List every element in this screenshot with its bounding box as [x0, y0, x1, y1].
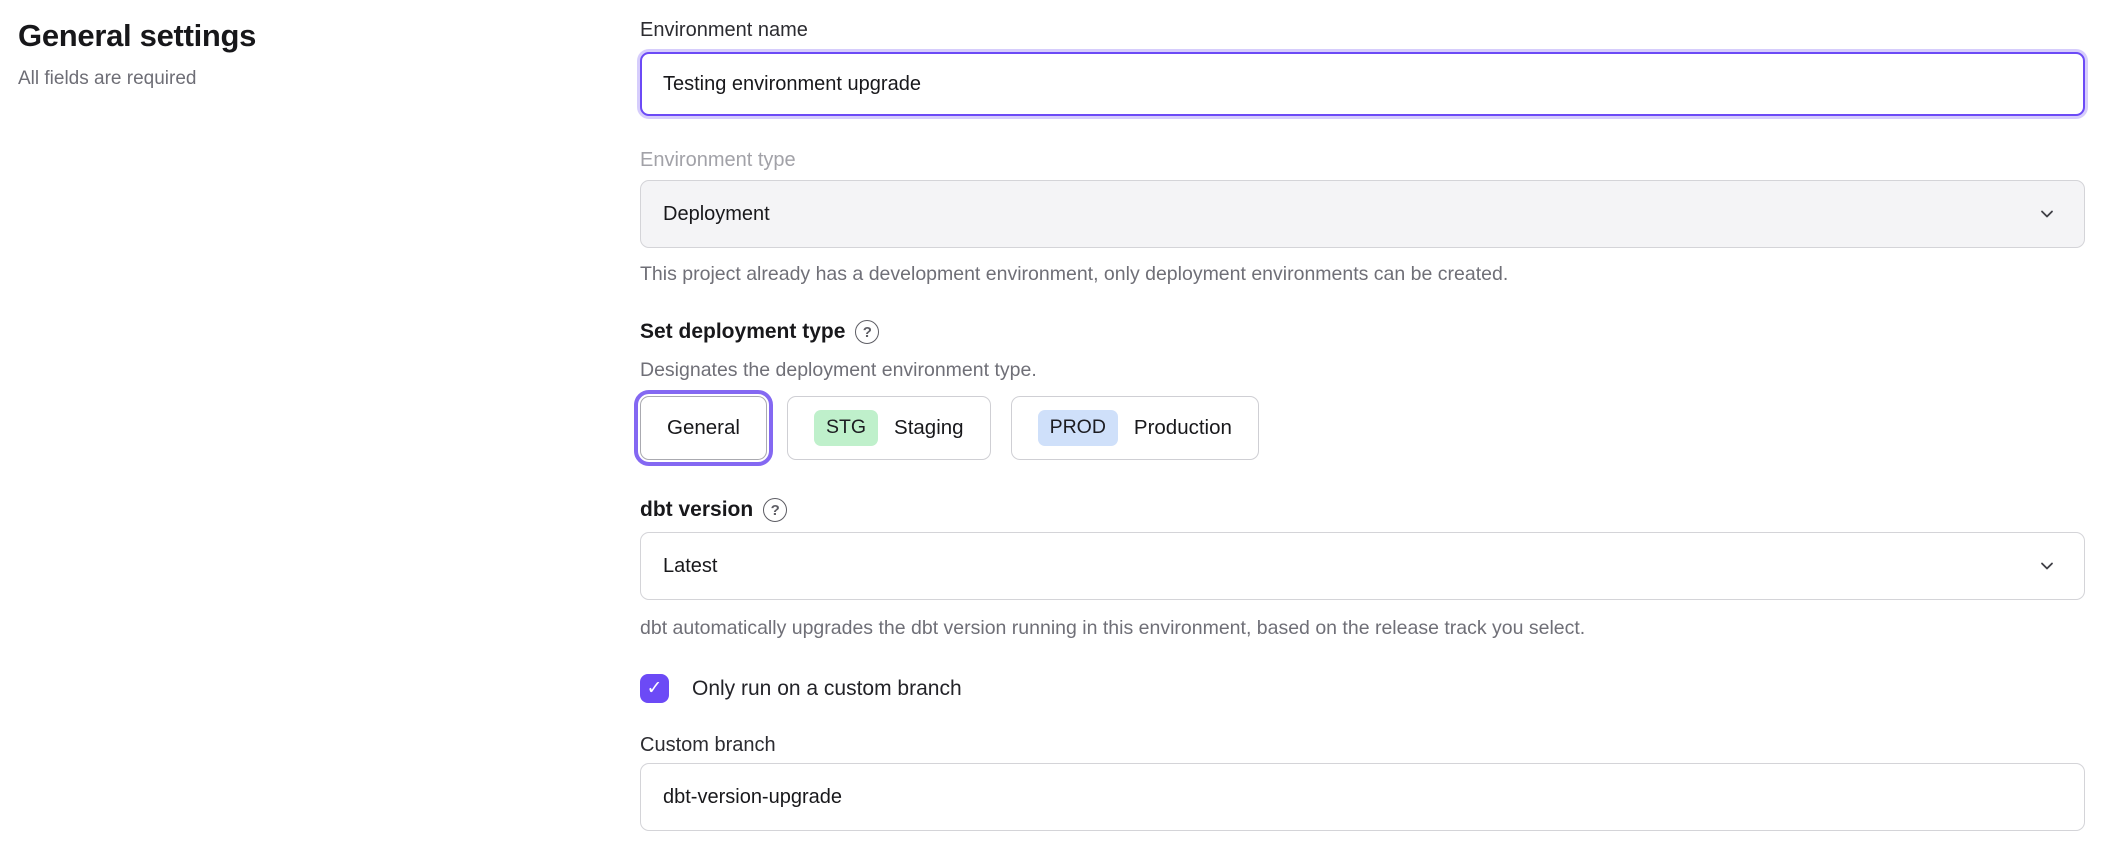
deployment-type-general-button[interactable]: General — [640, 396, 767, 460]
general-settings-page: General settings All fields are required… — [0, 0, 2116, 831]
deployment-type-label-text: Set deployment type — [640, 318, 845, 346]
page-subtitle: All fields are required — [18, 68, 640, 90]
environment-type-select: Deployment — [640, 180, 2085, 248]
help-icon[interactable]: ? — [763, 498, 787, 522]
staging-button-label: Staging — [894, 416, 964, 440]
dbt-version-label: dbt version ? — [640, 496, 2085, 524]
settings-intro: General settings All fields are required — [18, 10, 640, 831]
environment-type-value: Deployment — [663, 203, 770, 226]
staging-badge: STG — [814, 410, 878, 445]
chevron-down-icon — [2036, 555, 2058, 577]
environment-name-input[interactable] — [640, 52, 2085, 116]
help-icon[interactable]: ? — [855, 320, 879, 344]
custom-branch-input[interactable] — [640, 763, 2085, 831]
general-button-label: General — [667, 416, 740, 440]
dbt-version-helper: dbt automatically upgrades the dbt versi… — [640, 614, 2085, 642]
deployment-type-options: General STG Staging PROD Production — [640, 396, 2085, 460]
custom-branch-checkbox-label: Only run on a custom branch — [692, 677, 962, 701]
deployment-type-production-button[interactable]: PROD Production — [1011, 396, 1259, 460]
page-title: General settings — [18, 16, 640, 56]
production-button-label: Production — [1134, 416, 1232, 440]
dbt-version-select[interactable]: Latest — [640, 532, 2085, 600]
production-badge: PROD — [1038, 410, 1118, 445]
chevron-down-icon — [2036, 203, 2058, 225]
deployment-type-staging-button[interactable]: STG Staging — [787, 396, 991, 460]
environment-settings-form: Environment name Environment type Deploy… — [640, 10, 2085, 831]
dbt-version-label-text: dbt version — [640, 496, 753, 524]
dbt-version-value: Latest — [663, 555, 717, 578]
custom-branch-checkbox[interactable]: ✓ — [640, 674, 669, 703]
environment-type-label: Environment type — [640, 146, 2085, 174]
deployment-type-helper: Designates the deployment environment ty… — [640, 356, 2085, 384]
deployment-type-label: Set deployment type ? — [640, 318, 2085, 346]
environment-type-helper: This project already has a development e… — [640, 260, 2085, 288]
custom-branch-checkbox-row[interactable]: ✓ Only run on a custom branch — [640, 674, 2085, 703]
custom-branch-label: Custom branch — [640, 731, 2085, 759]
environment-name-label: Environment name — [640, 16, 2085, 44]
